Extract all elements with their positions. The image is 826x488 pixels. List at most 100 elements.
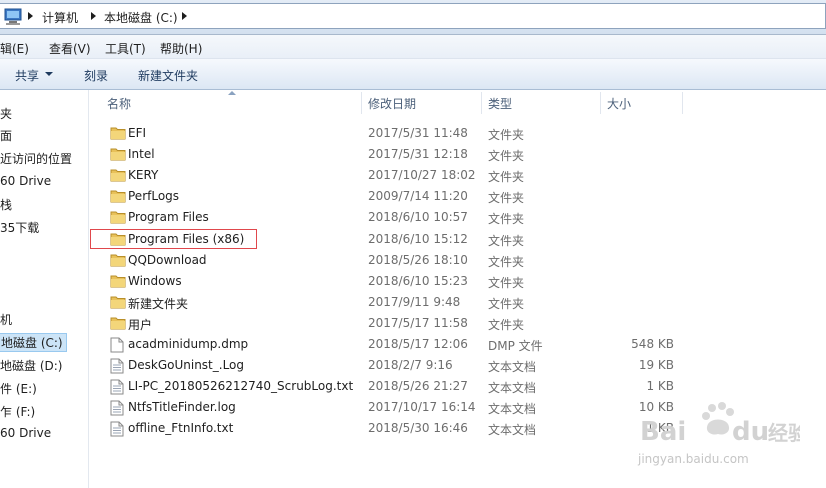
file-date: 2017/10/17 16:14	[368, 400, 476, 415]
svg-text:du: du	[732, 417, 769, 447]
file-date: 2018/5/26 18:10	[368, 252, 468, 267]
chevron-down-icon[interactable]	[45, 72, 53, 76]
menu-edit[interactable]: 编辑(E)	[0, 40, 29, 57]
breadcrumb-chevron-icon[interactable]	[91, 12, 96, 20]
file-size: 19 KB	[638, 358, 674, 373]
file-row[interactable]: QQDownload 2018/5/26 18:10 文件夹	[92, 250, 792, 271]
nav-item-recent-places[interactable]: 近访问的位置	[0, 150, 72, 167]
folder-icon	[110, 126, 126, 143]
breadcrumb-computer[interactable]: 计算机	[42, 9, 78, 26]
folder-icon	[110, 210, 126, 227]
file-row[interactable]: Program Files 2018/6/10 10:57 文件夹	[92, 207, 792, 228]
computer-icon[interactable]	[3, 8, 25, 29]
column-divider[interactable]	[481, 92, 482, 114]
address-bar[interactable]: 计算机 本地磁盘 (C:)	[0, 3, 826, 29]
folder-icon	[110, 189, 126, 206]
file-date: 2017/9/11 9:48	[368, 294, 461, 309]
menu-bar: 编辑(E) 查看(V) 工具(T) 帮助(H)	[0, 35, 826, 59]
command-bar: 共享 刻录 新建文件夹	[0, 59, 826, 90]
file-row[interactable]: KERY 2017/10/27 18:02 文件夹	[92, 165, 792, 186]
file-row[interactable]: EFI 2017/5/31 11:48 文件夹	[92, 123, 792, 144]
file-row[interactable]: PerfLogs 2009/7/14 11:20 文件夹	[92, 186, 792, 207]
file-size: 548 KB	[631, 337, 674, 351]
burn-button[interactable]: 刻录	[84, 67, 108, 84]
file-row[interactable]: DeskGoUninst_.Log 2018/2/7 9:16 文本文档 19 KB	[92, 355, 792, 376]
nav-item-desktop[interactable]: 面	[0, 127, 12, 144]
file-date: 2017/10/27 18:02	[368, 168, 476, 183]
column-divider[interactable]	[361, 92, 362, 114]
nav-item-drive-c[interactable]: 地磁盘 (C:)	[0, 333, 67, 352]
file-row[interactable]: 用户 2017/5/17 11:58 文件夹	[92, 313, 792, 334]
file-type: 文件夹	[488, 149, 525, 164]
file-type: 文件夹	[488, 317, 525, 332]
breadcrumb-chevron-icon[interactable]	[182, 12, 187, 20]
file-row[interactable]: Windows 2018/6/10 15:23 文件夹	[92, 271, 792, 292]
file-name: Windows	[128, 273, 182, 288]
nav-item-stack[interactable]: 栈	[0, 196, 12, 213]
file-row[interactable]: Intel 2017/5/31 12:18 文件夹	[92, 144, 792, 165]
nav-item-360-drive-2[interactable]: 60 Drive	[0, 426, 51, 440]
file-row[interactable]: LI-PC_20180526212740_ScrubLog.txt 2018/5/…	[92, 376, 792, 397]
nav-item-360-drive[interactable]: 60 Drive	[0, 174, 51, 188]
text-file-icon	[110, 379, 124, 398]
file-type: 文件夹	[488, 254, 525, 269]
file-type: 文件夹	[488, 212, 525, 227]
svg-text:Bai: Bai	[640, 417, 686, 447]
menu-view[interactable]: 查看(V)	[49, 40, 91, 57]
file-name: 新建文件夹	[128, 296, 189, 311]
baidu-logo: Bai du 经验	[640, 400, 808, 453]
folder-icon	[110, 147, 126, 164]
column-header-size[interactable]: 大小	[607, 95, 631, 112]
breadcrumb-chevron-icon[interactable]	[28, 12, 33, 20]
file-icon	[110, 337, 124, 356]
file-name: LI-PC_20180526212740_ScrubLog.txt	[128, 379, 354, 394]
file-type: 文件夹	[488, 170, 525, 185]
file-size: 1 KB	[646, 379, 674, 394]
sort-up-icon	[228, 91, 236, 95]
file-row[interactable]: acadminidump.dmp 2018/5/17 12:06 DMP 文件 548…	[92, 334, 792, 355]
file-name: Program Files	[128, 210, 209, 225]
folder-icon	[110, 168, 126, 185]
file-type: 文件夹	[488, 275, 525, 290]
file-name: EFI	[128, 126, 147, 140]
file-name: NtfsTitleFinder.log	[128, 400, 236, 415]
column-divider[interactable]	[682, 92, 683, 114]
menu-tools[interactable]: 工具(T)	[105, 40, 146, 57]
file-date: 2018/5/17 12:06	[368, 337, 468, 351]
file-name: 用户	[128, 317, 153, 332]
new-folder-button[interactable]: 新建文件夹	[138, 67, 198, 84]
breadcrumb-drive-c[interactable]: 本地磁盘 (C:)	[104, 9, 178, 26]
file-date: 2018/6/10 15:23	[368, 273, 468, 288]
address-bar-area: 计算机 本地磁盘 (C:)	[0, 0, 826, 35]
svg-text:经验: 经验	[768, 421, 800, 445]
file-date: 2018/6/10 10:57	[368, 210, 468, 225]
menu-help[interactable]: 帮助(H)	[160, 40, 202, 57]
file-date: 2017/5/17 11:58	[368, 315, 468, 330]
folder-icon	[110, 295, 126, 312]
file-name: DeskGoUninst_.Log	[128, 358, 244, 373]
file-type: 文件夹	[488, 296, 525, 311]
column-header-type[interactable]: 类型	[488, 95, 512, 112]
watermark-url: jingyan.baidu.com	[638, 452, 749, 466]
file-date: 2018/2/7 9:16	[368, 358, 453, 373]
column-divider[interactable]	[600, 92, 601, 114]
file-date: 2018/5/30 16:46	[368, 421, 468, 436]
file-date: 2009/7/14 11:20	[368, 189, 468, 204]
nav-item-drive-e[interactable]: 件 (E:)	[0, 380, 37, 397]
share-button[interactable]: 共享	[15, 67, 39, 84]
file-date: 2017/5/31 12:18	[368, 147, 468, 162]
file-name: acadminidump.dmp	[128, 337, 249, 351]
nav-item-favorites[interactable]: 夹	[0, 105, 12, 122]
file-row[interactable]: 新建文件夹 2017/9/11 9:48 文件夹	[92, 292, 792, 313]
nav-item-computer[interactable]: 机	[0, 311, 12, 328]
file-name: Intel	[128, 147, 155, 162]
nav-item-drive-d[interactable]: 地磁盘 (D:)	[0, 357, 62, 374]
folder-icon	[110, 316, 126, 333]
nav-item-drive-f[interactable]: 乍 (F:)	[0, 403, 35, 420]
nav-item-downloads[interactable]: 35下载	[0, 219, 39, 236]
file-type: 文件夹	[488, 191, 525, 206]
file-type: 文件夹	[488, 128, 525, 142]
column-header-name[interactable]: 名称	[107, 95, 131, 112]
column-header-date[interactable]: 修改日期	[368, 95, 416, 112]
file-name: QQDownload	[128, 252, 207, 267]
